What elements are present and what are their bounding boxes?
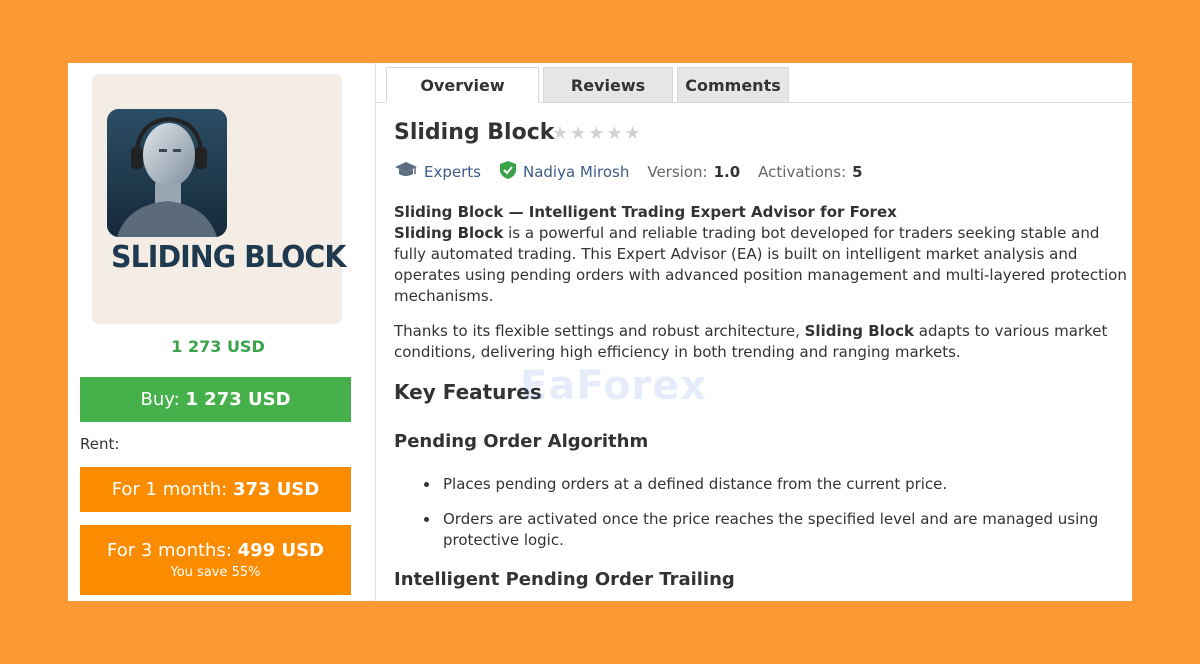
description-heading: Sliding Block — Intelligent Trading Expe…	[394, 203, 897, 221]
description-paragraph-2: Thanks to its flexible settings and robu…	[394, 321, 1129, 363]
product-page: SLIDING BLOCK 1 273 USD Buy: 1 273 USD R…	[68, 63, 1132, 601]
author-link[interactable]: Nadiya Mirosh	[523, 163, 629, 181]
rent-1-month-label: For 1 month:	[111, 479, 228, 500]
rent-1-month-button[interactable]: For 1 month: 373 USD	[80, 467, 351, 512]
list-item: Orders are activated once the price reac…	[424, 509, 1129, 551]
section-heading-trailing: Intelligent Pending Order Trailing	[394, 569, 735, 590]
category-link[interactable]: Experts	[424, 163, 481, 181]
tab-reviews[interactable]: Reviews	[543, 67, 673, 103]
version-label: Version:	[647, 163, 708, 181]
product-price: 1 273 USD	[171, 337, 265, 356]
robot-portrait-image	[107, 109, 227, 237]
rent-3-months-button[interactable]: For 3 months: 499 USD You save 55%	[80, 525, 351, 595]
description-paragraph-1-text: is a powerful and reliable trading bot d…	[394, 224, 1127, 305]
version-value: 1.0	[713, 163, 741, 181]
rent-3-months-label: For 3 months:	[107, 540, 232, 561]
rent-1-month-amount: 373 USD	[232, 479, 320, 500]
buy-button-label: Buy:	[140, 389, 180, 410]
description-paragraph-2-start: Thanks to its flexible settings and robu…	[394, 322, 805, 340]
buy-button[interactable]: Buy: 1 273 USD	[80, 377, 351, 422]
verified-shield-icon	[499, 160, 517, 184]
product-name-bold: Sliding Block	[394, 224, 504, 242]
graduation-cap-icon	[394, 161, 418, 183]
tab-overview[interactable]: Overview	[386, 67, 539, 103]
product-logo-text: SLIDING BLOCK	[111, 240, 346, 275]
product-details: Overview Reviews Comments Sliding Block …	[375, 63, 1132, 601]
activations-label: Activations:	[758, 163, 847, 181]
rent-savings-note: You save 55%	[170, 565, 261, 580]
key-features-heading: Key Features	[394, 380, 542, 404]
buy-button-amount: 1 273 USD	[185, 389, 291, 410]
section-heading-pending-order: Pending Order Algorithm	[394, 431, 649, 452]
product-name-bold-2: Sliding Block	[804, 322, 914, 340]
product-title: Sliding Block	[394, 120, 555, 145]
product-meta: Experts Nadiya Mirosh Version: 1.0 Activ…	[394, 160, 863, 184]
tab-comments[interactable]: Comments	[677, 67, 789, 103]
description: Sliding Block — Intelligent Trading Expe…	[394, 202, 1129, 592]
description-paragraph-1: Sliding Block is a powerful and reliable…	[394, 223, 1129, 307]
product-image: SLIDING BLOCK	[92, 74, 346, 324]
feature-list: Places pending orders at a defined dista…	[424, 474, 1129, 551]
tab-bar: Overview Reviews Comments	[386, 67, 793, 103]
activations-value: 5	[852, 163, 863, 181]
rent-3-months-amount: 499 USD	[237, 540, 324, 561]
purchase-panel: SLIDING BLOCK 1 273 USD Buy: 1 273 USD R…	[68, 63, 368, 601]
rating-stars[interactable]: ★★★★★	[552, 123, 643, 144]
list-item: Places pending orders at a defined dista…	[424, 474, 1129, 495]
rent-label: Rent:	[80, 435, 120, 453]
